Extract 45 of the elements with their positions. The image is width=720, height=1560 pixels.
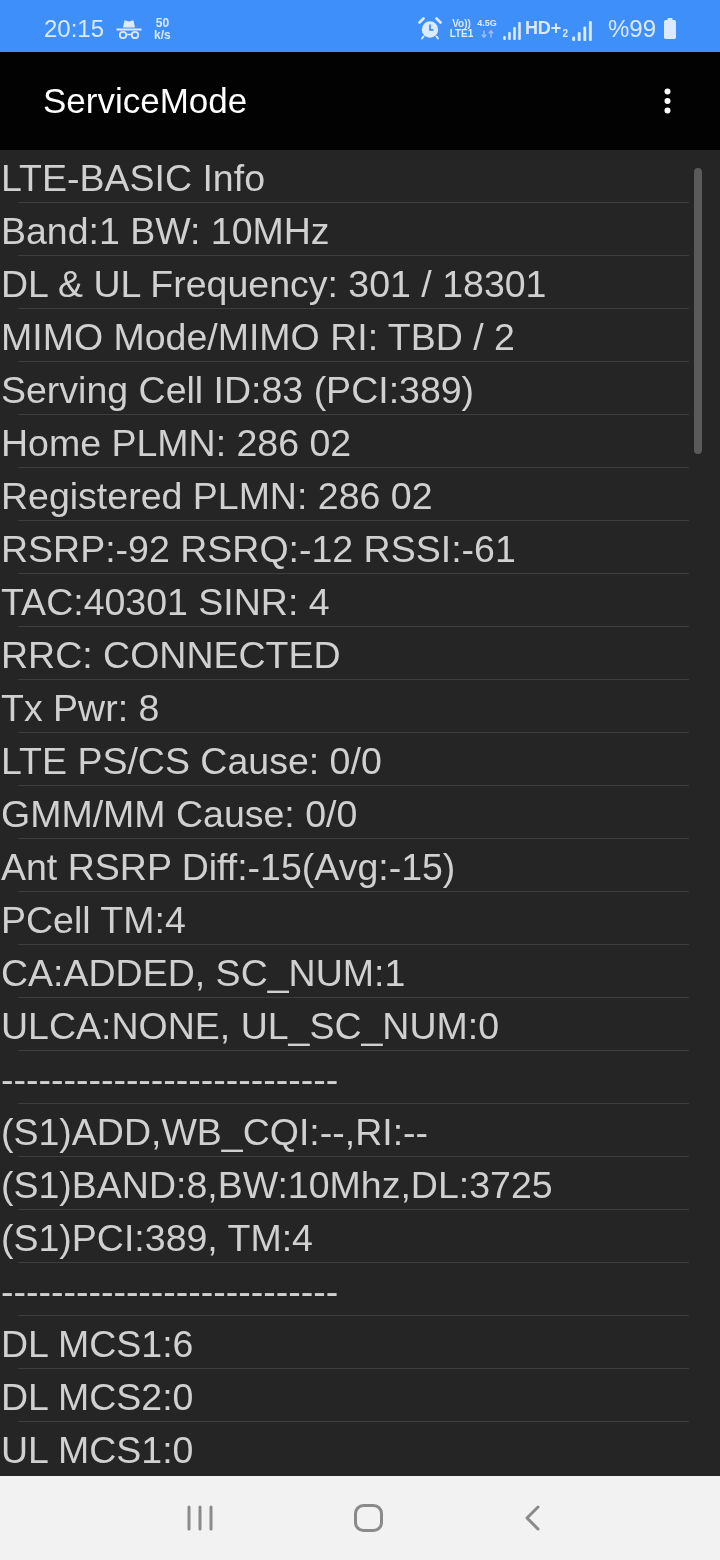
info-line: (S1)ADD,WB_CQI:--,RI:-- bbox=[1, 1111, 429, 1153]
info-line: PCell TM:4 bbox=[1, 899, 186, 941]
info-line: RRC: CONNECTED bbox=[1, 634, 341, 676]
network-type: 4.5G bbox=[477, 19, 497, 28]
info-line: MIMO Mode/MIMO RI: TBD / 2 bbox=[1, 316, 515, 358]
info-line: --------------------------- bbox=[1, 1270, 339, 1312]
more-options-icon[interactable] bbox=[664, 88, 671, 114]
hat-and-glasses-icon bbox=[116, 18, 143, 39]
home-icon[interactable] bbox=[354, 1504, 383, 1532]
info-line: Registered PLMN: 286 02 bbox=[1, 475, 433, 517]
signal-bars-icon bbox=[502, 21, 521, 40]
back-icon[interactable] bbox=[524, 1505, 542, 1531]
info-line: ULCA:NONE, UL_SC_NUM:0 bbox=[1, 1005, 500, 1047]
info-line: --------------------------- bbox=[1, 1058, 339, 1100]
hd-label: HD+ bbox=[524, 18, 562, 39]
speed-unit: k/s bbox=[154, 28, 171, 41]
info-line: Tx Pwr: 8 bbox=[1, 687, 160, 729]
info-line: UL MCS1:0 bbox=[1, 1429, 194, 1471]
info-line: Home PLMN: 286 02 bbox=[1, 422, 352, 464]
signal-bars-icon bbox=[571, 20, 592, 41]
info-line: GMM/MM Cause: 0/0 bbox=[1, 793, 358, 835]
info-line: DL & UL Frequency: 301 / 18301 bbox=[1, 263, 547, 305]
info-line: Band:1 BW: 10MHz bbox=[1, 210, 330, 252]
lte-label: LTE1 bbox=[449, 28, 474, 39]
app-title: ServiceMode bbox=[43, 81, 248, 121]
speed-value: 50 bbox=[155, 16, 170, 29]
info-line: DL MCS2:0 bbox=[1, 1376, 194, 1418]
info-line: LTE-BASIC Info bbox=[1, 157, 265, 199]
info-line: (S1)PCI:389, TM:4 bbox=[1, 1217, 313, 1259]
volte-label: Vo)) bbox=[452, 18, 471, 29]
up-down-arrows-icon bbox=[480, 30, 494, 38]
info-line: (S1)BAND:8,BW:10Mhz,DL:3725 bbox=[1, 1164, 553, 1206]
info-line: RSRP:-92 RSRQ:-12 RSSI:-61 bbox=[1, 528, 516, 570]
recent-apps-icon[interactable] bbox=[186, 1505, 213, 1531]
info-line: DL MCS1:6 bbox=[1, 1323, 194, 1365]
sim-number: 2 bbox=[562, 27, 568, 39]
battery-icon bbox=[664, 18, 676, 39]
info-line: Serving Cell ID:83 (PCI:389) bbox=[1, 369, 475, 411]
info-line: Ant RSRP Diff:-15(Avg:-15) bbox=[1, 846, 456, 888]
info-line: TAC:40301 SINR: 4 bbox=[1, 581, 330, 623]
alarm-clock-icon bbox=[417, 17, 442, 40]
info-line: CA:ADDED, SC_NUM:1 bbox=[1, 952, 406, 994]
clock-time: 20:15 bbox=[44, 14, 105, 43]
battery-percent: %99 bbox=[607, 14, 656, 43]
info-line: LTE PS/CS Cause: 0/0 bbox=[1, 740, 382, 782]
